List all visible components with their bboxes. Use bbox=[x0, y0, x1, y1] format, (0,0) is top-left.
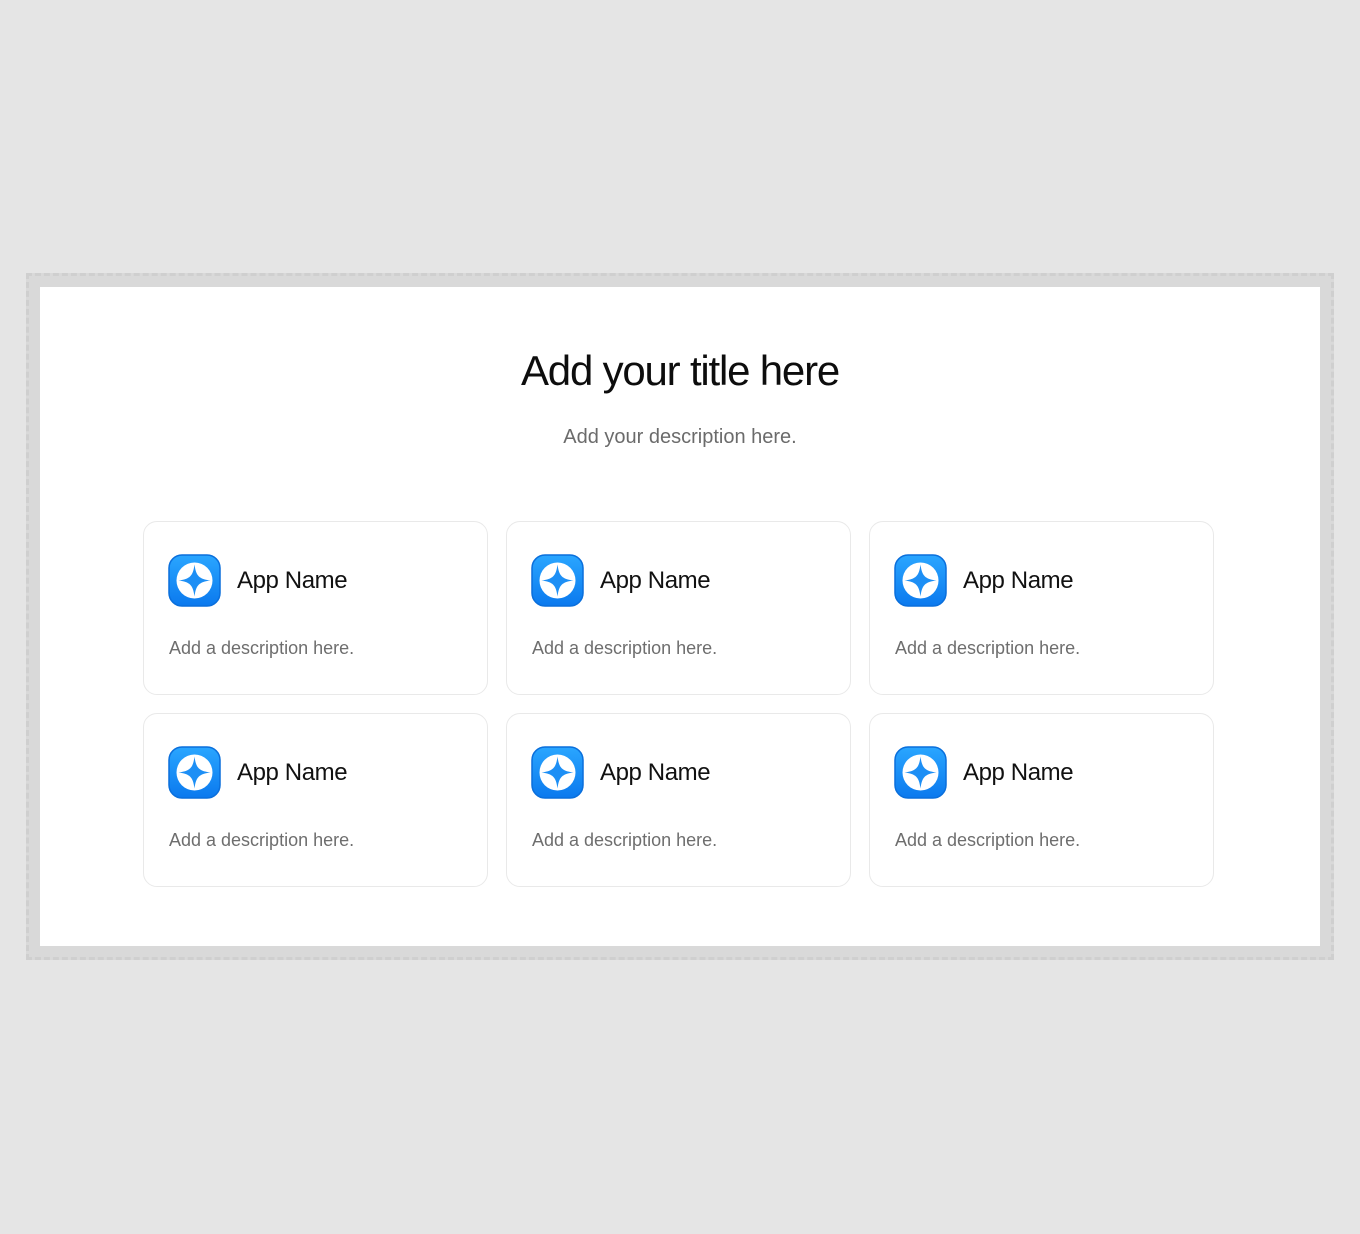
app-name: App Name bbox=[963, 567, 1074, 594]
sparkle-app-icon bbox=[168, 746, 221, 799]
sparkle-app-icon bbox=[894, 746, 947, 799]
sparkle-app-icon bbox=[168, 554, 221, 607]
app-description: Add a description here. bbox=[532, 830, 718, 850]
app-description: Add a description here. bbox=[532, 638, 718, 658]
sparkle-app-icon bbox=[531, 554, 584, 607]
app-card[interactable]: App Name Add a description here. bbox=[869, 521, 1214, 695]
app-card[interactable]: App Name Add a description here. bbox=[143, 521, 488, 695]
app-card[interactable]: App Name Add a description here. bbox=[869, 713, 1214, 887]
app-description: Add a description here. bbox=[169, 638, 355, 658]
app-card[interactable]: App Name Add a description here. bbox=[506, 713, 851, 887]
app-description: Add a description here. bbox=[169, 830, 355, 850]
app-name: App Name bbox=[237, 567, 348, 594]
app-name: App Name bbox=[600, 567, 711, 594]
app-name: App Name bbox=[600, 759, 711, 786]
app-card[interactable]: App Name Add a description here. bbox=[506, 521, 851, 695]
app-name: App Name bbox=[963, 759, 1074, 786]
app-description: Add a description here. bbox=[895, 830, 1081, 850]
page-description: Add your description here. bbox=[563, 426, 797, 448]
app-card[interactable]: App Name Add a description here. bbox=[143, 713, 488, 887]
app-name: App Name bbox=[237, 759, 348, 786]
page-title: Add your title here bbox=[520, 347, 840, 394]
app-description: Add a description here. bbox=[895, 638, 1081, 658]
sparkle-app-icon bbox=[894, 554, 947, 607]
sparkle-app-icon bbox=[531, 746, 584, 799]
